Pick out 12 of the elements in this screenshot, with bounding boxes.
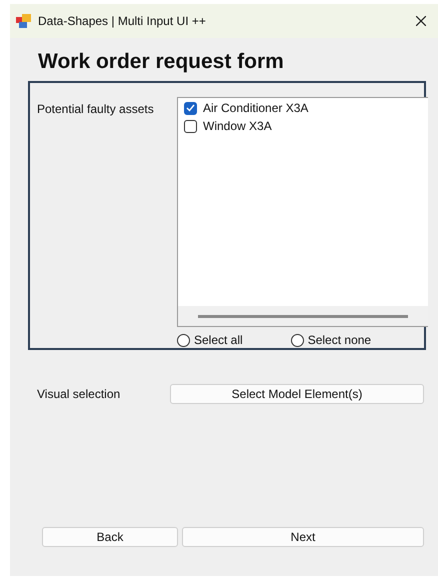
asset-list[interactable]: Air Conditioner X3A Window X3A [177, 97, 428, 327]
field-label: Visual selection [37, 387, 122, 401]
list-item-label[interactable]: Window X3A [203, 119, 272, 133]
radio-label[interactable]: Select all [194, 333, 243, 348]
form-heading: Work order request form [38, 49, 285, 75]
nav-button[interactable]: Back [42, 527, 178, 547]
select-elements-button[interactable]: Select Model Element(s) [170, 384, 424, 404]
window-title: Data-Shapes | Multi Input UI ++ [38, 14, 206, 28]
radio-label[interactable]: Select none [308, 333, 372, 348]
field-label: Potential faulty assets [37, 101, 155, 118]
list-item-label[interactable]: Air Conditioner X3A [203, 101, 308, 115]
nav-button[interactable]: Next [182, 527, 424, 547]
